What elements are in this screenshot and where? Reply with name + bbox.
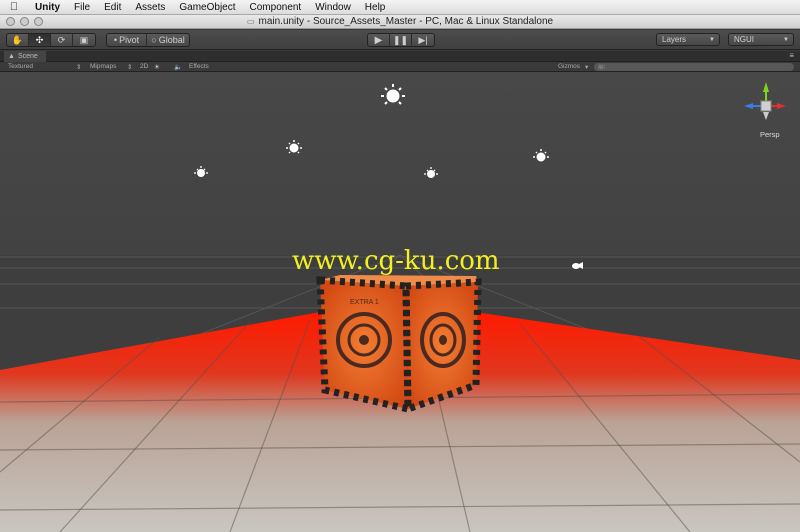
- chevron-icon: ⇕: [127, 64, 133, 71]
- menu-assets[interactable]: Assets: [128, 2, 172, 13]
- mac-menu-bar:  Unity File Edit Assets GameObject Comp…: [0, 0, 800, 15]
- close-window-button[interactable]: [6, 17, 15, 26]
- crate-label: EXTRA 1: [350, 299, 379, 306]
- search-placeholder: All: [598, 65, 605, 71]
- move-tool-button[interactable]: ✣: [29, 34, 51, 46]
- menu-unity[interactable]: Unity: [28, 2, 67, 13]
- chevron-icon: ⇕: [76, 64, 82, 71]
- window-controls: [6, 17, 43, 26]
- chevron-down-icon: ▾: [585, 64, 589, 71]
- transform-tools: ✋ ✣ ⟳ ▣: [6, 33, 96, 47]
- watermark: www.cg-ku.com: [292, 246, 500, 276]
- unity-toolbar: ✋ ✣ ⟳ ▣ • Pivot ○ Global ▶ ❚❚ ▶| Layers ▼ …: [0, 30, 800, 50]
- sky-background: [0, 72, 800, 257]
- global-icon: ○: [151, 35, 157, 45]
- layers-dropdown[interactable]: Layers ▼: [656, 33, 720, 46]
- scale-icon: ▣: [79, 34, 89, 45]
- menu-component[interactable]: Component: [243, 2, 309, 13]
- play-icon: ▶: [374, 34, 383, 46]
- scene-search-input[interactable]: ⚲ All: [594, 63, 794, 71]
- step-button[interactable]: ▶|: [412, 34, 434, 46]
- layers-label: Layers: [662, 35, 687, 44]
- scene-viewport[interactable]: EXTRA 1 www.cg-ku.com Persp: [0, 72, 800, 532]
- scene-tab-bar: ▲ Scene ≡: [0, 50, 800, 62]
- projection-label[interactable]: Persp: [760, 130, 780, 139]
- audio-toggle-icon[interactable]: 🔈: [174, 63, 182, 71]
- rotate-tool-button[interactable]: ⟳: [51, 34, 73, 46]
- document-icon: ▭: [246, 17, 255, 26]
- menu-file[interactable]: File: [67, 2, 97, 13]
- scene-render: EXTRA 1: [0, 72, 800, 532]
- rotate-icon: ⟳: [57, 34, 66, 45]
- scene-icon: ▲: [8, 52, 15, 60]
- menu-help[interactable]: Help: [358, 2, 393, 13]
- zoom-window-button[interactable]: [34, 17, 43, 26]
- chevron-down-icon: ▼: [783, 36, 789, 43]
- menu-edit[interactable]: Edit: [97, 2, 128, 13]
- chevron-down-icon: ▼: [709, 36, 715, 43]
- pause-icon: ❚❚: [392, 34, 409, 45]
- crate[interactable]: EXTRA 1: [316, 275, 482, 414]
- tab-scene-label: Scene: [17, 52, 38, 60]
- global-button[interactable]: ○ Global: [147, 34, 189, 46]
- layout-label: NGUI: [734, 35, 754, 44]
- gizmos-dropdown[interactable]: Gizmos: [558, 63, 580, 70]
- lighting-toggle-icon[interactable]: ☀: [154, 63, 160, 71]
- tab-scene[interactable]: ▲ Scene: [4, 50, 46, 62]
- pause-button[interactable]: ❚❚: [390, 34, 412, 46]
- scene-options-bar: Textured ⇕ Mipmaps ⇕ 2D ☀ 🔈 Effects Gizm…: [0, 62, 800, 72]
- scale-tool-button[interactable]: ▣: [73, 34, 95, 46]
- minimize-window-button[interactable]: [20, 17, 29, 26]
- menu-window[interactable]: Window: [308, 2, 358, 13]
- global-label: Global: [158, 35, 185, 45]
- hand-tool-button[interactable]: ✋: [7, 34, 29, 46]
- window-title: main.unity - Source_Assets_Master - PC, …: [258, 16, 554, 27]
- hand-icon: ✋: [11, 34, 24, 45]
- play-button[interactable]: ▶: [368, 34, 390, 46]
- effects-dropdown[interactable]: Effects: [189, 63, 209, 70]
- pivot-button[interactable]: • Pivot: [107, 34, 147, 46]
- layout-dropdown[interactable]: NGUI ▼: [728, 33, 794, 46]
- playback-controls: ▶ ❚❚ ▶|: [367, 33, 435, 47]
- panel-menu-icon[interactable]: ≡: [789, 51, 794, 60]
- menu-gameobject[interactable]: GameObject: [172, 2, 242, 13]
- apple-menu-icon[interactable]: : [0, 1, 28, 13]
- draw-mode-dropdown[interactable]: Textured: [8, 63, 33, 70]
- mode-2d-toggle[interactable]: 2D: [140, 63, 148, 70]
- render-mode-dropdown[interactable]: Mipmaps: [90, 63, 116, 70]
- pivot-icon: •: [113, 35, 118, 45]
- move-icon: ✣: [35, 34, 44, 45]
- pivot-label: Pivot: [119, 35, 140, 45]
- window-title-bar: ▭ main.unity - Source_Assets_Master - PC…: [0, 15, 800, 29]
- pivot-toggles: • Pivot ○ Global: [106, 33, 190, 47]
- step-icon: ▶|: [418, 34, 428, 45]
